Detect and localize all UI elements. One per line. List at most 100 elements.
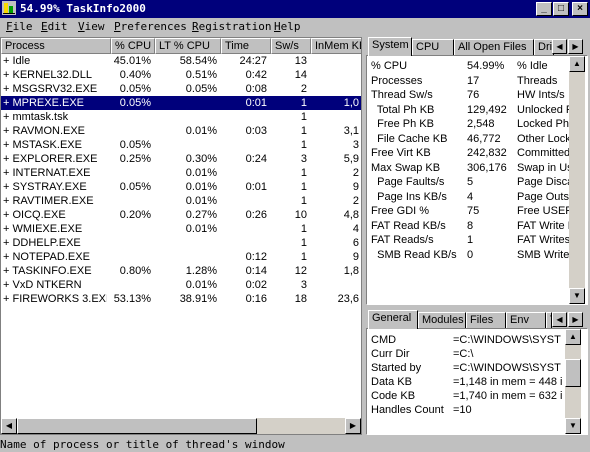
process-lt: 0.51% (185, 69, 217, 81)
process-row[interactable]: + DDHELP.EXE 1 6 (1, 236, 361, 250)
process-time: 0:08 (245, 83, 267, 95)
process-row[interactable]: + INTERNAT.EXE 0.01% 1 2 (1, 166, 361, 180)
scroll-thumb[interactable] (17, 418, 257, 434)
process-list-horizontal-scrollbar[interactable]: ◀ ▶ (1, 418, 361, 434)
scroll-down-button[interactable]: ▼ (569, 288, 585, 304)
maximize-button[interactable]: □ (553, 2, 569, 16)
menu-registration[interactable]: Registration (192, 20, 271, 33)
stat-value: 5 (467, 176, 474, 188)
general-tabs-scroll-right-button[interactable]: ▶ (568, 312, 583, 327)
minimize-icon: _ (541, 3, 547, 14)
process-row[interactable]: + NOTEPAD.EXE 0:12 1 9 (1, 250, 361, 264)
scroll-up-button[interactable]: ▲ (565, 329, 581, 345)
process-mem: 2 (352, 195, 359, 207)
arrow-up-icon: ▲ (573, 59, 581, 68)
process-sw: 1 (300, 181, 307, 193)
process-time: 0:01 (245, 181, 267, 193)
column-header-2[interactable]: LT % CPU (155, 38, 221, 54)
process-mem: 1,8 (343, 265, 359, 277)
process-name: + MSGSRV32.EXE (3, 83, 98, 95)
process-name: + EXPLORER.EXE (3, 153, 98, 165)
tab-cpu[interactable]: CPU (412, 39, 454, 55)
process-name: + FIREWORKS 3.EXE (3, 293, 107, 305)
general-label: Data KB (371, 376, 412, 388)
general-value: =C:\WINDOWS\SYST (453, 362, 561, 374)
process-cpu: 0.05% (119, 83, 151, 95)
column-header-0[interactable]: Process (1, 38, 111, 54)
process-row[interactable]: + MSGSRV32.EXE 0.05% 0.05% 0:08 2 (1, 82, 361, 96)
process-list[interactable]: Process% CPU LT % CPU Time Sw/s InMem KB + I… (0, 37, 362, 435)
stat-label: Max Swap KB (371, 161, 441, 174)
system-vertical-scrollbar[interactable]: ▲ ▼ (569, 56, 585, 304)
stat-label: Total Ph KB (371, 103, 435, 116)
process-cpu: 0.05% (119, 97, 151, 109)
process-cpu: 0.40% (119, 69, 151, 81)
close-button[interactable]: × (572, 2, 588, 16)
process-name: + MSTASK.EXE (3, 139, 82, 151)
process-cpu: 0.25% (119, 153, 151, 165)
process-cpu: 0.20% (119, 209, 151, 221)
process-row[interactable]: + MPREXE.EXE 0.05% 0:01 1 1,0 (1, 96, 361, 110)
scroll-thumb[interactable] (565, 359, 581, 387)
process-row[interactable]: + Idle 45.01% 58.54% 24:27 13 (1, 54, 361, 68)
process-row[interactable]: + WMIEXE.EXE 0.01% 1 4 (1, 222, 361, 236)
menu-view[interactable]: View (78, 20, 105, 33)
tab-general[interactable]: General (368, 310, 418, 329)
process-row[interactable]: + FIREWORKS 3.EXE 53.13% 38.91% 0:16 18 23,6 (1, 292, 361, 306)
process-time: 0:16 (245, 293, 267, 305)
tabs-scroll-left-button[interactable]: ◀ (552, 39, 567, 54)
process-row[interactable]: + TASKINFO.EXE 0.80% 1.28% 0:14 12 1,8 (1, 264, 361, 278)
stat-label: SMB Read KB/s (371, 248, 457, 261)
tab-modules[interactable]: Modules (418, 312, 466, 328)
scroll-right-button[interactable]: ▶ (345, 418, 361, 434)
minimize-button[interactable]: _ (536, 2, 552, 16)
tab-system[interactable]: System (368, 37, 412, 56)
process-lt: 58.54% (179, 55, 217, 67)
process-row[interactable]: + EXPLORER.EXE 0.25% 0.30% 0:24 3 5,9 (1, 152, 361, 166)
stat-label-right: Other Locked (517, 132, 569, 145)
tab-files[interactable]: Files (466, 312, 506, 328)
menu-preferences[interactable]: Preferences (114, 20, 187, 33)
stat-label: Page Faults/s (371, 176, 445, 188)
stat-label-right: HW Ints/s (517, 89, 565, 101)
process-row[interactable]: + OICQ.EXE 0.20% 0.27% 0:26 10 4,8 (1, 208, 361, 222)
process-name: + KERNEL32.DLL (3, 69, 92, 81)
tabs-scroll-right-button[interactable]: ▶ (568, 39, 583, 54)
process-row[interactable]: + KERNEL32.DLL 0.40% 0.51% 0:42 14 (1, 68, 361, 82)
column-header-1[interactable]: % CPU (111, 38, 155, 54)
arrow-right-icon: ▶ (572, 42, 579, 51)
menu-help[interactable]: Help (274, 20, 301, 33)
menu-label: iew (84, 20, 105, 33)
process-row[interactable]: + mmtask.tsk 1 (1, 110, 361, 124)
process-lt: 0.05% (185, 83, 217, 95)
general-vertical-scrollbar[interactable]: ▲ ▼ (565, 329, 581, 434)
tab-driv[interactable]: Driv (534, 39, 554, 55)
scroll-down-button[interactable]: ▼ (565, 418, 581, 434)
process-row[interactable]: + VxD NTKERN 0.01% 0:02 3 (1, 278, 361, 292)
menu-edit[interactable]: Edit (41, 20, 68, 33)
stat-value: 0 (467, 248, 474, 261)
process-row[interactable]: + SYSTRAY.EXE 0.05% 0.01% 0:01 1 9 (1, 180, 361, 194)
system-panel: SystemCPUAll Open FilesDriv ◀ ▶ % CPU 54.… (366, 37, 588, 305)
scroll-left-button[interactable]: ◀ (1, 418, 17, 434)
process-row[interactable]: + MSTASK.EXE 0.05% 1 3 (1, 138, 361, 152)
stat-label: % CPU (371, 60, 408, 72)
menu-file[interactable]: File (6, 20, 33, 33)
column-header-4[interactable]: Sw/s (271, 38, 311, 54)
column-header-5[interactable]: InMem KB (311, 38, 361, 54)
process-sw: 12 (294, 265, 307, 277)
process-mem: 3,1 (343, 125, 359, 137)
scroll-up-button[interactable]: ▲ (569, 56, 585, 72)
stat-label: Free Ph KB (371, 118, 434, 130)
menu-accelerator: H (274, 20, 281, 33)
tab-env[interactable]: Env (506, 312, 546, 328)
taskinfo-app-icon[interactable] (2, 1, 16, 15)
stat-value: 17 (467, 74, 480, 87)
menu-label: egistration (198, 20, 272, 33)
tab-all-open-files[interactable]: All Open Files (454, 39, 534, 55)
column-header-3[interactable]: Time (221, 38, 271, 54)
process-row[interactable]: + RAVMON.EXE 0.01% 0:03 1 3,1 (1, 124, 361, 138)
arrow-right-icon: ▶ (349, 421, 357, 430)
process-row[interactable]: + RAVTIMER.EXE 0.01% 1 2 (1, 194, 361, 208)
general-tabs-scroll-left-button[interactable]: ◀ (552, 312, 567, 327)
